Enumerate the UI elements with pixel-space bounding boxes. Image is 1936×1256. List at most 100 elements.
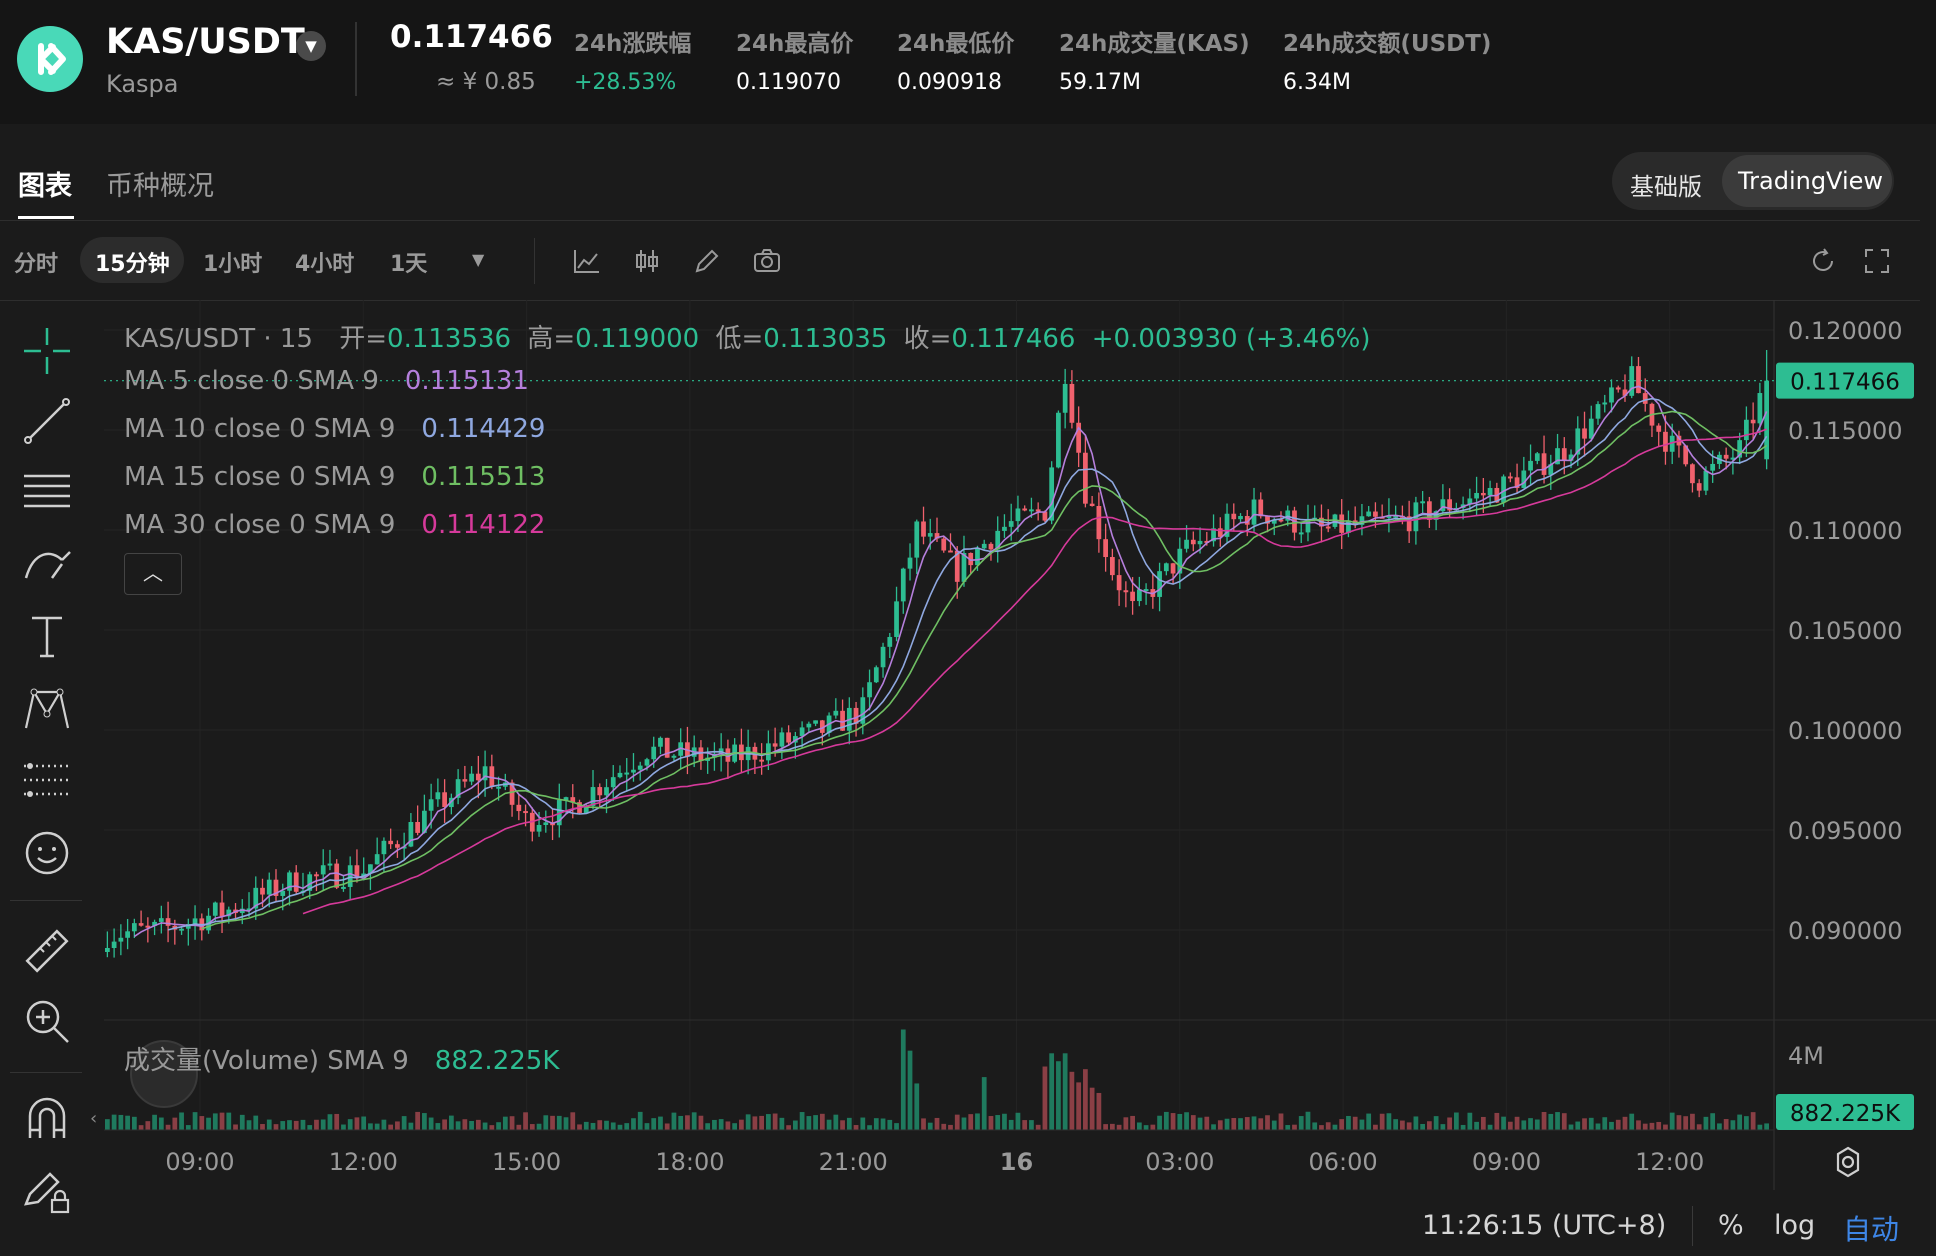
volume-bar — [1056, 1061, 1061, 1130]
volume-bar — [1130, 1115, 1135, 1130]
volume-bar — [1480, 1116, 1486, 1130]
candle-body — [988, 543, 994, 550]
candle-body — [1595, 404, 1601, 419]
candle-body — [165, 918, 171, 926]
volume-bar — [1002, 1113, 1007, 1130]
volume-bar — [206, 1117, 211, 1130]
volume-bar — [1622, 1116, 1628, 1130]
candle-body — [1029, 509, 1034, 512]
candle-body — [1042, 511, 1048, 521]
volume-bar — [1109, 1123, 1115, 1130]
volume-bar — [226, 1112, 232, 1130]
candle-body — [341, 886, 346, 889]
volume-bar — [1177, 1113, 1183, 1130]
x-tick-label: 16 — [1000, 1148, 1033, 1176]
candle-body — [806, 723, 812, 728]
volume-bar — [475, 1119, 481, 1130]
candle-body — [1089, 503, 1095, 507]
volume-bar — [1737, 1114, 1743, 1130]
volume-bar — [307, 1125, 313, 1130]
volume-bar — [1656, 1121, 1662, 1130]
x-tick-label: 09:00 — [1472, 1148, 1541, 1176]
auto-scale-button[interactable]: 自动 — [1843, 1208, 1899, 1248]
candle-body — [1723, 454, 1729, 459]
y-tick-label: 0.095000 — [1788, 817, 1903, 845]
legend-ma30-label: MA 30 close 0 SMA 9 — [124, 510, 396, 540]
candle-body — [927, 533, 933, 537]
volume-bar — [799, 1112, 805, 1130]
volume-bar — [1433, 1116, 1439, 1130]
candle-body — [388, 840, 394, 845]
volume-bar — [516, 1124, 522, 1130]
log-scale-button[interactable]: log — [1774, 1210, 1815, 1241]
candle-body — [138, 923, 144, 926]
volume-bar — [880, 1118, 886, 1130]
timezone-clock[interactable]: 11:26:15 (UTC+8) — [1422, 1210, 1666, 1241]
volume-bar — [678, 1115, 684, 1130]
volume-bar — [1521, 1120, 1527, 1130]
scroll-left-icon[interactable]: ‹ — [90, 1108, 97, 1129]
candle-body — [617, 772, 623, 778]
volume-bar — [1588, 1117, 1594, 1130]
volume-bar — [745, 1114, 751, 1130]
volume-bar — [509, 1116, 515, 1130]
volume-bar — [1015, 1112, 1021, 1130]
volume-bar — [1629, 1113, 1635, 1130]
volume-bar — [900, 1029, 906, 1130]
volume-bar — [1602, 1117, 1608, 1130]
candle-body — [158, 918, 164, 922]
legend-low: 0.113035 — [763, 324, 888, 354]
volume-bar — [1723, 1119, 1729, 1130]
volume-bar — [1217, 1120, 1223, 1130]
volume-bar — [368, 1123, 373, 1130]
gear-icon[interactable] — [1830, 1144, 1866, 1180]
candle-body — [1123, 590, 1129, 593]
volume-bar — [334, 1113, 340, 1130]
candle-body — [1561, 448, 1567, 461]
volume-bar — [1244, 1117, 1250, 1130]
volume-bar — [819, 1113, 825, 1130]
volume-bar — [1548, 1113, 1554, 1130]
volume-bar — [428, 1117, 434, 1130]
volume-bar — [698, 1115, 704, 1130]
volume-bar — [192, 1112, 198, 1130]
volume-bar — [705, 1123, 711, 1130]
volume-bar — [1339, 1119, 1345, 1130]
candle-body — [347, 865, 353, 887]
volume-bar — [1157, 1115, 1162, 1130]
volume-bar — [981, 1077, 987, 1130]
volume-bar — [1501, 1116, 1506, 1130]
candle-body — [948, 550, 953, 553]
candle-body — [1528, 460, 1533, 471]
volume-bar — [1143, 1125, 1149, 1130]
last-volume-tag-label: 882.225K — [1790, 1101, 1901, 1127]
candle-body — [266, 879, 272, 895]
legend-ma30-value: 0.114122 — [421, 510, 546, 540]
volume-bar — [739, 1119, 744, 1130]
volume-bar — [759, 1115, 765, 1130]
candle-body — [907, 557, 913, 569]
percent-scale-button[interactable]: % — [1718, 1210, 1744, 1241]
volume-bar — [1373, 1124, 1378, 1130]
volume-bar — [435, 1123, 441, 1130]
volume-bar — [246, 1120, 252, 1130]
legend-collapse-button[interactable]: ︿ — [124, 553, 182, 595]
ohlc-legend: KAS/USDT · 15 开=0.113536 高=0.119000 低=0.… — [124, 318, 1371, 355]
volume-bar — [1555, 1112, 1560, 1130]
candle-body — [1008, 521, 1014, 527]
volume-bar — [651, 1118, 657, 1130]
volume-bar — [1690, 1113, 1695, 1130]
volume-bar — [320, 1119, 326, 1130]
candle-body — [219, 902, 225, 917]
volume-bar — [732, 1123, 738, 1130]
candle-body — [334, 863, 340, 888]
y-tick-label: 0.090000 — [1788, 917, 1903, 945]
candle-body — [395, 844, 400, 848]
candle-body — [1238, 516, 1243, 520]
volume-bar — [1008, 1119, 1014, 1130]
volume-bar — [644, 1123, 650, 1130]
candle-body — [671, 755, 677, 758]
volume-bar — [1528, 1118, 1533, 1130]
volume-bar — [604, 1120, 609, 1130]
volume-bar — [1123, 1117, 1129, 1130]
